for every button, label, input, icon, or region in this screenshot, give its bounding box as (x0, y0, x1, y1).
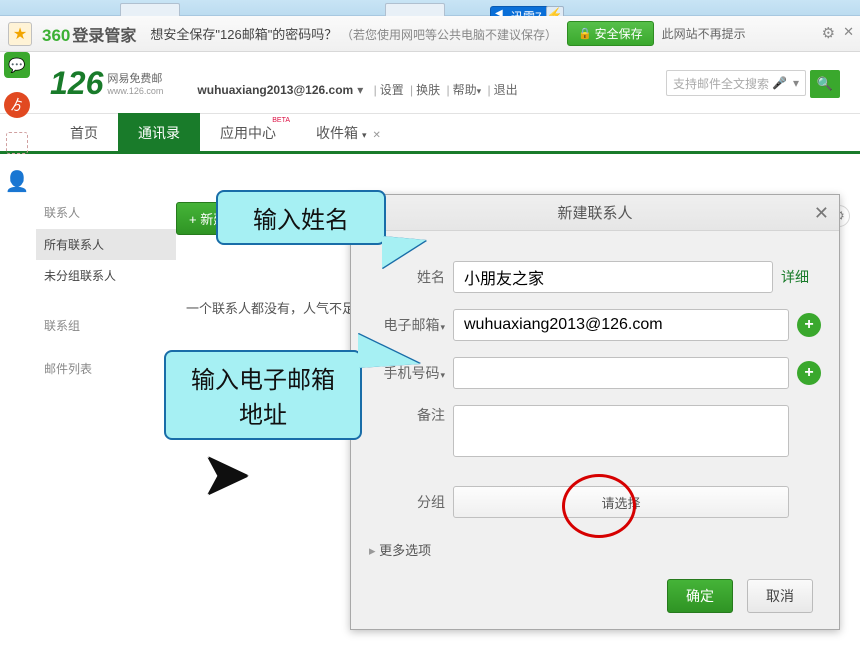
360-logo: 360 登录管家 (42, 22, 136, 46)
row-email: 电子邮箱▾ + (369, 309, 821, 341)
safe-save-button[interactable]: 安全保存 (567, 21, 654, 46)
sidebar-item-all[interactable]: 所有联系人 (36, 229, 176, 260)
more-options-toggle[interactable]: 更多选项 (369, 540, 821, 559)
rail-icon-placeholder[interactable] (6, 132, 28, 154)
sidebar-header-contacts: 联系人 (36, 196, 176, 229)
menu-help[interactable]: 帮助 (453, 83, 477, 97)
row-name: 姓名 详细 (369, 261, 821, 293)
label-email: 电子邮箱▾ (369, 315, 445, 335)
star-icon: ★ (13, 24, 27, 44)
sidebar-item-ungrouped[interactable]: 未分组联系人 (36, 260, 176, 291)
tab-fragment (120, 3, 180, 16)
callout-enter-email: 输入电子邮箱地址 (164, 350, 362, 440)
mail-header: 126 网易免费邮 www.126.com wuhuaxiang2013@126… (0, 52, 860, 114)
ok-button[interactable]: 确定 (667, 579, 733, 613)
gear-icon[interactable]: ⚙ (822, 24, 835, 42)
main-nav: 首页 通讯录 应用中心BETA 收件箱▾✕ (0, 114, 860, 154)
menu-skin[interactable]: 换肤 (416, 83, 440, 97)
callout-tail (358, 334, 420, 368)
note-input[interactable] (453, 405, 789, 457)
row-phone: 手机号码▾ + (369, 357, 821, 389)
sidebar-header-maillist: 邮件列表 (36, 352, 176, 385)
dont-remind-link[interactable]: 此网站不再提示 (662, 25, 746, 42)
close-tab-icon[interactable]: ✕ (373, 130, 381, 141)
phone-input[interactable] (453, 357, 789, 389)
email-input[interactable] (453, 309, 789, 341)
label-note: 备注 (369, 405, 445, 425)
search-icon: 🔍 (817, 76, 833, 92)
126-logo: 126 网易免费邮 www.126.com (50, 67, 163, 99)
sidebar-header-groups: 联系组 (36, 309, 176, 342)
save-password-prompt: 想安全保存"126邮箱"的密码吗？ （若您使用网吧等公共电脑不建议保存） (150, 24, 557, 43)
menu-logout[interactable]: 退出 (494, 83, 518, 97)
menu-settings[interactable]: 设置 (380, 83, 404, 97)
chevron-down-icon: ▾ (362, 130, 367, 140)
cancel-button[interactable]: 取消 (747, 579, 813, 613)
left-icon-rail: 💬 ゟ 👤 (0, 52, 34, 194)
row-note: 备注 (369, 405, 821, 460)
browser-tab-strip (0, 0, 860, 16)
callout-tail (382, 236, 426, 268)
add-email-button[interactable]: + (797, 313, 821, 337)
row-group: 分组 请选择 (369, 486, 821, 518)
account-dropdown-icon[interactable] (353, 83, 367, 97)
tab-inbox[interactable]: 收件箱▾✕ (296, 113, 401, 151)
search-input[interactable]: 支持邮件全文搜索 🎤 (666, 70, 806, 96)
login-manager-bar: ★ 360 登录管家 想安全保存"126邮箱"的密码吗？ （若您使用网吧等公共电… (0, 16, 860, 52)
mic-icon[interactable]: 🎤 (772, 76, 787, 90)
label-name: 姓名 (369, 267, 445, 287)
account-email[interactable]: wuhuaxiang2013@126.com (197, 83, 353, 97)
callout-enter-name: 输入姓名 (216, 190, 386, 245)
label-group: 分组 (369, 492, 445, 512)
detail-link[interactable]: 详细 (781, 267, 821, 287)
account-bar: wuhuaxiang2013@126.com |设置 |换肤 |帮助▾ |退出 (197, 67, 517, 98)
cursor-glyph: ➤ (202, 440, 251, 508)
name-input[interactable] (453, 261, 773, 293)
group-select[interactable]: 请选择 (453, 486, 789, 518)
tab-home[interactable]: 首页 (50, 113, 118, 151)
add-phone-button[interactable]: + (797, 361, 821, 385)
search-button[interactable]: 🔍 (810, 70, 840, 98)
favorite-star-button[interactable]: ★ (8, 22, 32, 46)
rail-icon-weibo[interactable]: ゟ (4, 92, 30, 118)
tab-fragment (385, 3, 445, 16)
rail-icon-talk[interactable]: 💬 (4, 52, 30, 78)
rail-icon-profile[interactable]: 👤 (4, 168, 30, 194)
tab-app-center[interactable]: 应用中心BETA (200, 113, 296, 151)
dialog-close-button[interactable]: ✕ (814, 203, 829, 224)
tab-contacts[interactable]: 通讯录 (118, 113, 200, 151)
dialog-title: 新建联系人 ✕ (351, 195, 839, 231)
contacts-sidebar: 联系人 所有联系人 未分组联系人 联系组 邮件列表 (36, 192, 176, 385)
close-bar-button[interactable]: ✕ (843, 24, 854, 42)
